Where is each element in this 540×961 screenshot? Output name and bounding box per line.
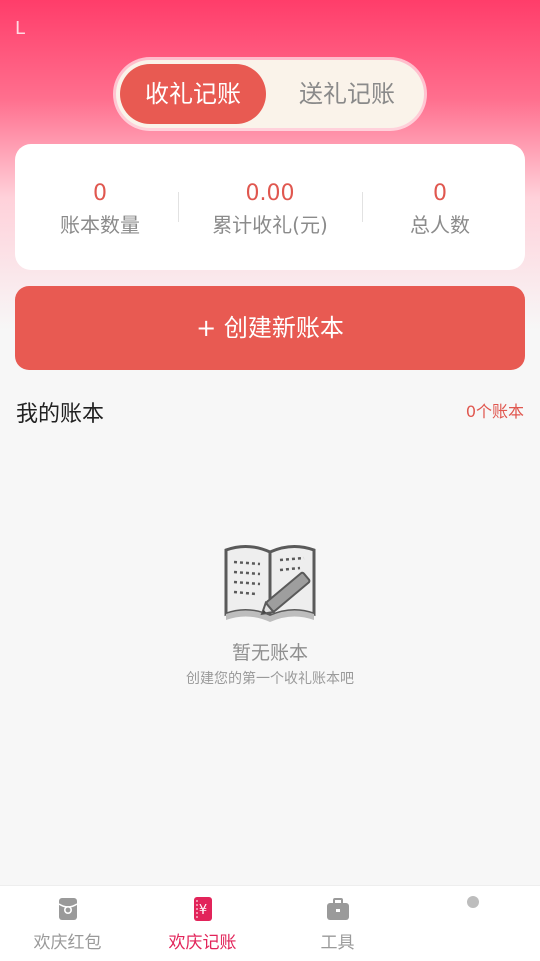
- tab-tools[interactable]: 工具: [270, 886, 405, 961]
- stat-total-people: 0 总人数: [355, 180, 525, 242]
- tab-label: 欢庆红包: [33, 933, 102, 953]
- tab-received-gifts[interactable]: 收礼记账: [120, 64, 266, 124]
- divider: [178, 192, 179, 222]
- tab-more[interactable]: [405, 886, 540, 961]
- stat-value: 0: [433, 181, 447, 206]
- ledger-count-badge: 0个账本: [465, 402, 524, 421]
- section-title: 我的账本: [16, 402, 105, 427]
- tab-sent-gifts[interactable]: 送礼记账: [274, 64, 420, 124]
- ledger-type-toggle[interactable]: 收礼记账 送礼记账: [116, 60, 424, 128]
- stat-ledger-count: 0 账本数量: [15, 180, 185, 242]
- ledger-icon: ¥: [194, 897, 212, 921]
- stat-total-received: 0.00 累计收礼(元): [185, 180, 355, 242]
- tab-ledger[interactable]: ¥ 欢庆记账: [135, 886, 270, 961]
- stat-value: 0: [93, 181, 107, 206]
- empty-state-subtitle: 创建您的第一个收礼账本吧: [186, 671, 354, 687]
- tab-red-envelope[interactable]: 欢庆红包: [0, 886, 135, 961]
- status-indicator: L: [15, 18, 26, 39]
- stat-value: 0.00: [245, 181, 295, 206]
- stat-label: 账本数量: [60, 213, 140, 237]
- dot-icon: [467, 896, 479, 908]
- open-book-pencil-icon: [224, 545, 316, 622]
- tab-label: 欢庆记账: [168, 933, 237, 953]
- create-ledger-button[interactable]: + 创建新账本: [15, 286, 525, 370]
- stats-card: 0 账本数量 0.00 累计收礼(元) 0 总人数: [15, 144, 525, 270]
- bottom-tab-bar: 欢庆红包 ¥ 欢庆记账 工具: [0, 885, 540, 961]
- toolbox-icon: [327, 898, 349, 920]
- stat-label: 总人数: [410, 213, 470, 237]
- svg-text:¥: ¥: [199, 903, 207, 918]
- empty-state-title: 暂无账本: [231, 642, 308, 664]
- tab-label: 工具: [320, 933, 355, 953]
- red-envelope-icon: [58, 898, 78, 920]
- stat-label: 累计收礼(元): [212, 213, 328, 237]
